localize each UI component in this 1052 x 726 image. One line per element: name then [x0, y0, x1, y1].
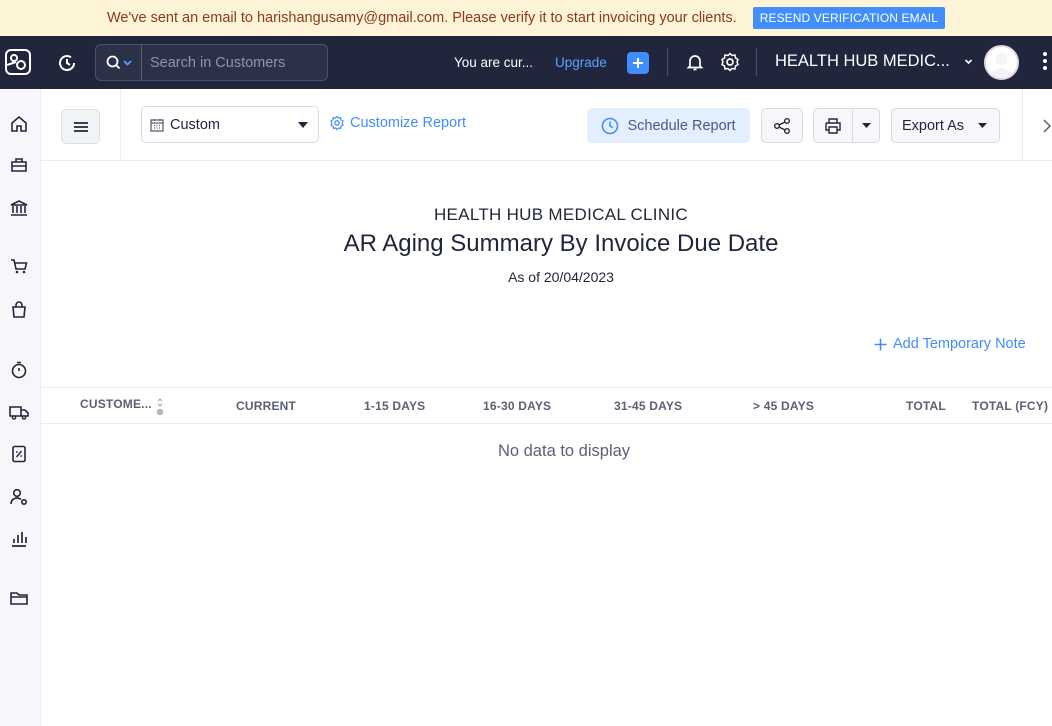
- column-header-customer[interactable]: CUSTOME...: [80, 397, 152, 411]
- bell-icon[interactable]: [685, 52, 705, 72]
- column-header-total-fcy[interactable]: TOTAL (FCY): [972, 399, 1048, 413]
- left-sidebar: [0, 89, 41, 726]
- share-icon: [774, 117, 790, 134]
- customize-report-label: Customize Report: [350, 115, 467, 131]
- upgrade-link[interactable]: Upgrade: [555, 55, 607, 70]
- hamburger-icon: [73, 121, 88, 132]
- kebab-icon[interactable]: [1043, 52, 1047, 70]
- tax-icon[interactable]: [9, 444, 29, 464]
- sort-icon[interactable]: [155, 396, 165, 418]
- avatar[interactable]: [984, 45, 1019, 80]
- caret-down-icon: [978, 123, 988, 128]
- reports-chart-icon[interactable]: [9, 529, 29, 549]
- timer-icon[interactable]: [9, 360, 29, 380]
- print-button[interactable]: [814, 109, 854, 142]
- chevron-right-icon[interactable]: [1043, 119, 1051, 133]
- banking-icon[interactable]: [9, 198, 29, 218]
- divider: [1022, 89, 1023, 161]
- documents-folder-icon[interactable]: [9, 588, 29, 608]
- printer-icon: [825, 117, 841, 134]
- verification-banner: We've sent an email to harishangusamy@gm…: [0, 0, 1052, 36]
- date-range-value: Custom: [170, 116, 220, 133]
- accountant-icon[interactable]: [9, 487, 29, 507]
- divider: [120, 89, 121, 161]
- top-navigation-bar: You are cur... Upgrade HEALTH HUB MEDIC.…: [0, 36, 1052, 89]
- trial-status-text: You are cur...: [454, 55, 534, 70]
- items-icon[interactable]: [9, 155, 29, 175]
- organization-switcher[interactable]: HEALTH HUB MEDIC...: [775, 52, 973, 71]
- column-header-31-45-days[interactable]: 31-45 DAYS: [614, 399, 682, 413]
- delivery-truck-icon[interactable]: [9, 402, 29, 422]
- add-temporary-note-link[interactable]: Add Temporary Note: [874, 336, 1026, 352]
- calendar-icon: [150, 118, 164, 132]
- reports-menu-button[interactable]: [61, 109, 100, 144]
- print-button-group[interactable]: [813, 108, 880, 143]
- search-scope-selector[interactable]: [96, 45, 142, 80]
- chevron-down-icon: [964, 59, 972, 65]
- resend-verification-button[interactable]: RESEND VERIFICATION EMAIL: [752, 7, 946, 29]
- plus-icon: [633, 58, 643, 68]
- column-header-current[interactable]: CURRENT: [236, 399, 296, 413]
- home-icon[interactable]: [9, 114, 29, 134]
- caret-down-icon: [298, 122, 308, 128]
- caret-down-icon: [861, 123, 871, 128]
- chevron-down-icon: [122, 60, 132, 66]
- divider: [756, 48, 757, 76]
- report-title: AR Aging Summary By Invoice Due Date: [343, 230, 779, 257]
- search-input[interactable]: [142, 54, 322, 71]
- share-button[interactable]: [761, 108, 803, 143]
- schedule-report-button[interactable]: Schedule Report: [587, 108, 750, 143]
- sales-cart-icon[interactable]: [9, 256, 29, 276]
- gear-icon: [330, 115, 344, 131]
- search-icon: [106, 55, 120, 70]
- plus-icon: [874, 338, 887, 350]
- quick-create-button[interactable]: [627, 52, 649, 74]
- clock-icon: [602, 117, 619, 134]
- user-icon: [990, 53, 1013, 78]
- customize-report-link[interactable]: Customize Report: [329, 115, 466, 131]
- date-range-select[interactable]: Custom: [141, 106, 319, 143]
- column-header-16-30-days[interactable]: 16-30 DAYS: [483, 399, 551, 413]
- report-toolbar: Custom Customize Report Schedule Report: [41, 89, 1052, 161]
- report-as-of-date: As of 20/04/2023: [508, 269, 614, 285]
- column-header-1-15-days[interactable]: 1-15 DAYS: [364, 399, 425, 413]
- search-bar[interactable]: [95, 44, 328, 81]
- add-temporary-note-label: Add Temporary Note: [893, 336, 1026, 352]
- purchases-bag-icon[interactable]: [9, 300, 29, 320]
- gear-icon[interactable]: [719, 51, 741, 73]
- print-options-dropdown[interactable]: [853, 109, 879, 142]
- recent-activity-icon[interactable]: [56, 52, 78, 74]
- report-organization-name: HEALTH HUB MEDICAL CLINIC: [433, 205, 689, 224]
- organization-name: HEALTH HUB MEDIC...: [775, 52, 950, 70]
- column-header-over-45-days[interactable]: > 45 DAYS: [753, 399, 814, 413]
- schedule-report-label: Schedule Report: [627, 117, 736, 134]
- empty-state-message: No data to display: [497, 442, 631, 460]
- table-header: CUSTOME... CURRENT 1-15 DAYS 16-30 DAYS …: [41, 387, 1052, 424]
- app-logo-icon[interactable]: [4, 48, 32, 76]
- export-as-dropdown[interactable]: Export As: [891, 108, 1000, 143]
- divider: [667, 48, 668, 76]
- column-header-total[interactable]: TOTAL: [906, 399, 946, 413]
- export-as-label: Export As: [902, 117, 965, 134]
- banner-message: We've sent an email to harishangusamy@gm…: [106, 10, 737, 26]
